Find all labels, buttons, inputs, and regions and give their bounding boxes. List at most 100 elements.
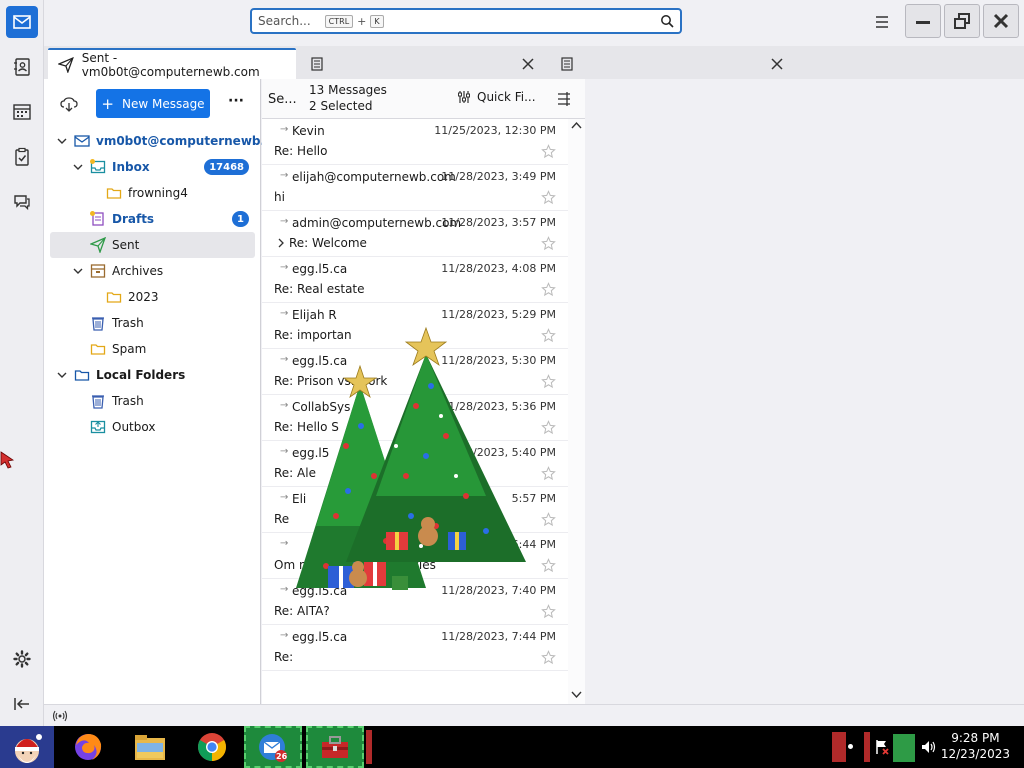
- search-input[interactable]: Search... CTRL + K: [250, 8, 682, 34]
- star-icon[interactable]: [541, 374, 556, 389]
- search-icon[interactable]: [660, 14, 674, 28]
- thread-expand-icon[interactable]: [276, 238, 286, 248]
- restore-icon: [954, 13, 970, 29]
- paper-plane-icon: [58, 56, 74, 73]
- folder-item-drafts[interactable]: Drafts 1: [50, 206, 255, 232]
- star-icon[interactable]: [541, 558, 556, 573]
- new-message-label: New Message: [121, 96, 205, 111]
- message-subject: hi: [274, 190, 285, 204]
- clock-time: 9:28 PM: [951, 731, 1000, 745]
- chevron-down-icon[interactable]: [72, 161, 84, 173]
- star-icon[interactable]: [541, 328, 556, 343]
- folder-item-2023[interactable]: 2023: [50, 284, 255, 310]
- tray-app-icon[interactable]: [893, 734, 915, 762]
- cursor-icon: [0, 451, 15, 469]
- message-row[interactable]: → CollabSys 11/28/2023, 5:36 PM Re: Hello S: [262, 395, 568, 441]
- folder-item-sent[interactable]: Sent: [50, 232, 255, 258]
- message-row[interactable]: → egg.l5.ca 11/28/2023, 7:40 PM Re: AITA?: [262, 579, 568, 625]
- chevron-down-icon[interactable]: [56, 369, 68, 381]
- message-list-scrollbar[interactable]: [568, 119, 585, 704]
- message-row[interactable]: → egg.l5.ca 11/28/2023, 4:08 PM Re: Real es…: [262, 257, 568, 303]
- star-icon[interactable]: [541, 144, 556, 159]
- message-row[interactable]: → Eli 5:57 PM Re: [262, 487, 568, 533]
- folder-item-archives[interactable]: Archives: [50, 258, 255, 284]
- close-window-button[interactable]: [983, 4, 1019, 38]
- star-icon[interactable]: [541, 604, 556, 619]
- folder-item-trash[interactable]: Trash: [50, 310, 255, 336]
- message-from: Eli: [292, 492, 307, 506]
- chevron-down-icon[interactable]: [72, 265, 84, 277]
- taskbar-toolbox-app[interactable]: [306, 726, 364, 768]
- sent-arrow-icon: →: [280, 262, 289, 273]
- new-message-button[interactable]: + New Message: [96, 89, 210, 118]
- address-book-space-button[interactable]: [6, 51, 38, 83]
- tasks-space-button[interactable]: [6, 141, 38, 173]
- app-menu-button[interactable]: [872, 12, 892, 32]
- tab-document-2[interactable]: [550, 48, 796, 79]
- chat-space-button[interactable]: [6, 186, 38, 218]
- gear-icon: [13, 650, 31, 668]
- settings-button[interactable]: [6, 643, 38, 675]
- folder-item-vm0b0t-computernewb[interactable]: vm0b0t@computernewb...: [50, 128, 274, 154]
- scroll-up-icon[interactable]: [571, 121, 582, 129]
- folder-item-local-folders[interactable]: Local Folders: [50, 362, 255, 388]
- folder-item-outbox[interactable]: Outbox: [50, 414, 255, 440]
- taskbar-clock[interactable]: 9:28 PM 12/23/2023: [941, 730, 1010, 762]
- star-icon[interactable]: [541, 650, 556, 665]
- star-icon[interactable]: [541, 236, 556, 251]
- taskbar-chrome[interactable]: [190, 726, 234, 768]
- folder-item-trash[interactable]: Trash: [50, 388, 255, 414]
- restore-button[interactable]: [944, 4, 980, 38]
- calendar-space-button[interactable]: [6, 96, 38, 128]
- message-row[interactable]: → admin@computernewb.com 11/28/2023, 3:57 …: [262, 211, 568, 257]
- star-icon[interactable]: [541, 512, 556, 527]
- message-from: egg.l5: [292, 446, 330, 460]
- clock-date: 12/23/2023: [940, 747, 1010, 761]
- mail-account-icon: [74, 133, 90, 149]
- folder-name-short: Se...: [268, 92, 297, 107]
- message-row[interactable]: → Kevin 11/25/2023, 12:30 PM Re: Hello: [262, 119, 568, 165]
- chevron-down-icon[interactable]: [56, 135, 68, 147]
- get-messages-icon[interactable]: [60, 95, 78, 113]
- message-row[interactable]: → egg.l5.ca 11/28/2023, 7:44 PM Re:: [262, 625, 568, 671]
- tab-close-icon[interactable]: [771, 58, 783, 70]
- folder-item-spam[interactable]: Spam: [50, 336, 255, 362]
- speaker-icon[interactable]: [920, 738, 938, 756]
- online-status-icon[interactable]: [52, 710, 68, 722]
- folder-item-inbox[interactable]: Inbox 17468: [50, 154, 255, 180]
- shortcut-key-k: K: [370, 14, 384, 28]
- chat-icon: [14, 195, 30, 211]
- shortcut-plus: +: [357, 14, 367, 28]
- star-icon[interactable]: [541, 190, 556, 205]
- message-row[interactable]: → elijah@computernewb.com 11/28/2023, 3:49…: [262, 165, 568, 211]
- sent-arrow-icon: →: [280, 308, 289, 319]
- folder-item-frowning4[interactable]: frowning4: [50, 180, 255, 206]
- quick-filter-button[interactable]: Quick Fi...: [457, 90, 536, 104]
- message-date: 11/28/2023, 4:08 PM: [441, 262, 556, 275]
- tab-sent[interactable]: Sent - vm0b0t@computernewb.com: [48, 48, 296, 79]
- tab-close-icon[interactable]: [522, 58, 534, 70]
- message-from: Elijah R: [292, 308, 337, 322]
- message-row[interactable]: → 28/2023, 6:44 PM Om nom nom your cookies: [262, 533, 568, 579]
- message-row[interactable]: → egg.l5.ca 11/28/2023, 5:30 PM Re: Prison …: [262, 349, 568, 395]
- start-button[interactable]: [0, 726, 54, 768]
- search-placeholder: Search...: [258, 14, 311, 28]
- star-icon[interactable]: [541, 466, 556, 481]
- taskbar-thunderbird[interactable]: 26: [244, 726, 302, 768]
- scroll-down-icon[interactable]: [571, 691, 582, 699]
- message-row[interactable]: → egg.l5 11/28/2023, 5:40 PM Re: Ale: [262, 441, 568, 487]
- list-display-options-icon[interactable]: [556, 91, 572, 107]
- star-icon[interactable]: [541, 420, 556, 435]
- star-icon[interactable]: [541, 282, 556, 297]
- taskbar-firefox[interactable]: [66, 726, 110, 768]
- message-row[interactable]: → Elijah R 11/28/2023, 5:29 PM Re: importan: [262, 303, 568, 349]
- collapse-spaces-button[interactable]: [6, 688, 38, 720]
- folder-pane: + New Message ··· vm0b0t@computernewb...…: [44, 79, 274, 704]
- mail-space-button[interactable]: [6, 6, 38, 38]
- tab-document-1[interactable]: [300, 48, 546, 79]
- folder-pane-more-button[interactable]: ···: [228, 93, 244, 109]
- folder-icon: [106, 289, 122, 305]
- action-center-flag-icon[interactable]: [874, 739, 890, 755]
- taskbar-file-explorer[interactable]: [128, 726, 172, 768]
- minimize-button[interactable]: [905, 4, 941, 38]
